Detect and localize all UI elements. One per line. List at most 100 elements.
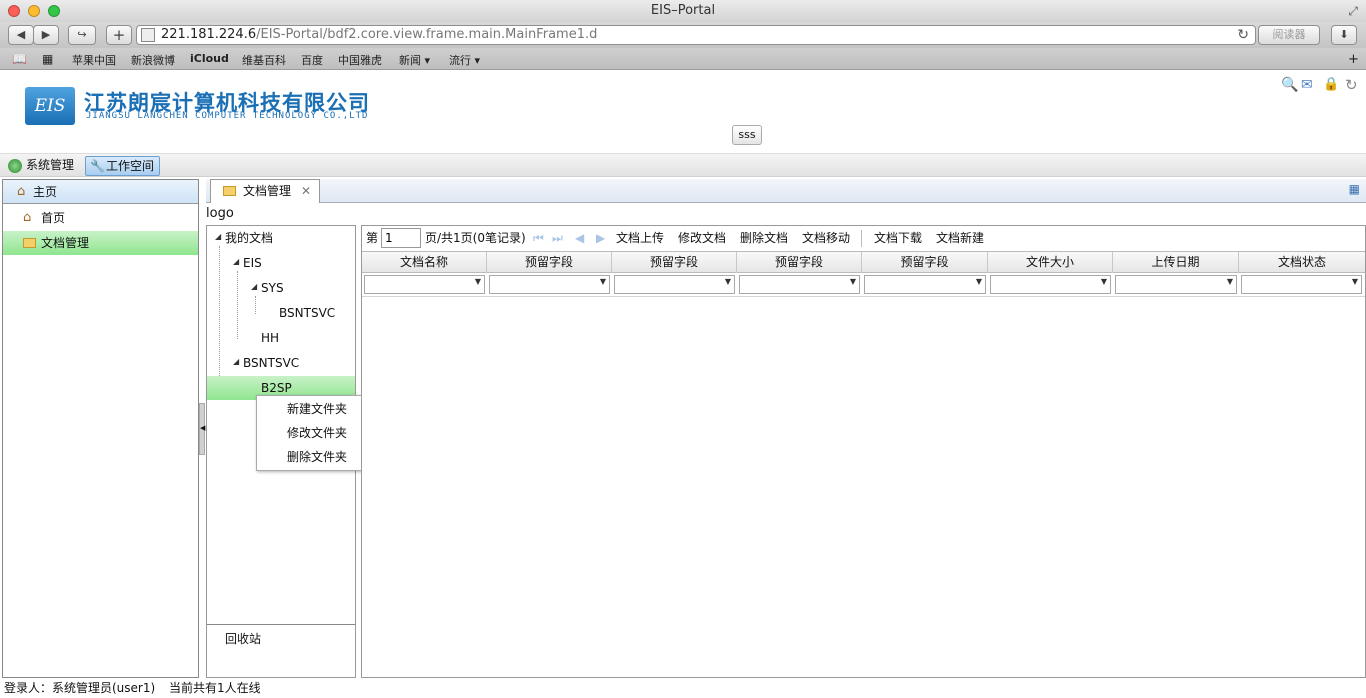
column-header[interactable]: 预留字段: [862, 252, 988, 273]
filter-select[interactable]: ▼: [364, 275, 485, 294]
column-header[interactable]: 预留字段: [487, 252, 612, 273]
tab-label: 文档管理: [243, 184, 292, 198]
tree-node-bsntsvc[interactable]: BSNTSVC: [243, 353, 299, 373]
last-page-icon[interactable]: ⏭: [552, 230, 563, 246]
add-bookmark-icon[interactable]: +: [1348, 52, 1359, 67]
bookmark-item[interactable]: 维基百科: [242, 52, 286, 68]
reading-list-icon[interactable]: 📖: [12, 52, 27, 66]
pager-prefix: 第: [366, 231, 379, 245]
url-field[interactable]: 221.181.224.6/EIS-Portal/bdf2.core.view.…: [136, 25, 1256, 45]
column-header[interactable]: 文档状态: [1239, 252, 1365, 273]
home-icon: ⌂: [23, 210, 32, 225]
bookmark-item[interactable]: iCloud: [190, 52, 229, 65]
close-tab-icon[interactable]: ✕: [301, 180, 311, 202]
menu-item-edit-folder[interactable]: 修改文件夹: [287, 422, 347, 444]
company-logo: EIS: [25, 87, 75, 125]
bookmark-item[interactable]: 中国雅虎: [338, 52, 382, 68]
reload-icon[interactable]: ↻: [1237, 26, 1249, 44]
move-doc-button[interactable]: 文档移动: [802, 230, 850, 246]
column-header[interactable]: 上传日期: [1113, 252, 1239, 273]
sidebar-item-documents[interactable]: 文档管理: [3, 231, 198, 255]
column-header[interactable]: 文件大小: [988, 252, 1113, 273]
menu-item-new-folder[interactable]: 新建文件夹: [287, 398, 347, 420]
edit-doc-button[interactable]: 修改文档: [678, 230, 726, 246]
bookmark-item[interactable]: 百度: [301, 52, 323, 68]
upload-button[interactable]: 文档上传: [616, 230, 664, 246]
company-name-en: JIANGSU LANGCHEN COMPUTER TECHNOLOGY CO.…: [86, 111, 369, 121]
system-management-button[interactable]: 系统管理: [6, 156, 79, 176]
expand-triangle-icon[interactable]: ◢: [215, 232, 221, 241]
sidebar-collapse-handle[interactable]: ◀: [199, 403, 205, 455]
dropdown-arrow-icon: ▼: [849, 277, 856, 286]
sidebar-item-home[interactable]: ⌂ 首页: [3, 206, 198, 230]
filter-select[interactable]: ▼: [864, 275, 986, 294]
filter-select[interactable]: ▼: [990, 275, 1111, 294]
url-host: 221.181.224.6: [161, 27, 257, 42]
bookmark-item[interactable]: 苹果中国: [72, 52, 116, 68]
menu-item-delete-folder[interactable]: 删除文件夹: [287, 446, 347, 468]
dropdown-arrow-icon: ▼: [724, 277, 731, 286]
tree-node-bsntsvc-child[interactable]: BSNTSVC: [279, 303, 335, 323]
minimize-window-button[interactable]: [28, 5, 40, 17]
expand-triangle-icon[interactable]: ◢: [251, 282, 257, 291]
search-icon[interactable]: 🔍: [1281, 77, 1298, 93]
new-tab-button[interactable]: +: [106, 25, 132, 45]
window-titlebar: EIS–Portal ⤢: [0, 0, 1366, 22]
home-icon: ⌂: [17, 184, 26, 199]
tree-node-hh[interactable]: HH: [261, 328, 279, 348]
downloads-button[interactable]: ⬇: [1331, 25, 1357, 45]
dropdown-arrow-icon: ▼: [975, 277, 982, 286]
tree-node-eis[interactable]: EIS: [243, 253, 262, 273]
filter-select[interactable]: ▼: [1241, 275, 1362, 294]
filter-select[interactable]: ▼: [1115, 275, 1237, 294]
page-number-input[interactable]: [381, 228, 421, 248]
grid-toolbar: 第 页/共1页(0笔记录) ⏮ ⏭ ◀ ▶ 文档上传 修改文档 删除文档 文档移…: [362, 226, 1365, 251]
dropdown-arrow-icon: ▼: [1100, 277, 1107, 286]
back-button[interactable]: ◀: [8, 25, 34, 45]
column-header[interactable]: 预留字段: [612, 252, 737, 273]
refresh-icon[interactable]: ↻: [1345, 76, 1358, 94]
next-page-icon[interactable]: ▶: [596, 230, 605, 246]
bookmark-item[interactable]: 流行 ▾: [449, 52, 480, 68]
tree-node-my-docs[interactable]: 我的文档: [225, 228, 273, 248]
recycle-bin[interactable]: 回收站: [207, 624, 355, 678]
filter-select[interactable]: ▼: [739, 275, 860, 294]
reader-button[interactable]: 阅读器: [1258, 25, 1320, 45]
bookmark-item[interactable]: 新浪微博: [131, 52, 175, 68]
column-header[interactable]: 文档名称: [362, 252, 487, 273]
workspace-button[interactable]: 🔧 工作空间: [85, 156, 161, 176]
main-nav: 系统管理 🔧 工作空间: [0, 153, 1366, 177]
browser-toolbar: ◀ ▶ ↪ + 221.181.224.6/EIS-Portal/bdf2.co…: [0, 22, 1366, 48]
mail-icon[interactable]: ✉: [1301, 77, 1313, 93]
expand-triangle-icon[interactable]: ◢: [233, 357, 239, 366]
first-page-icon[interactable]: ⏮: [533, 230, 544, 246]
tab-documents[interactable]: 文档管理 ✕: [210, 179, 320, 203]
window-title: EIS–Portal: [650, 3, 716, 18]
filter-select[interactable]: ▼: [489, 275, 610, 294]
close-window-button[interactable]: [8, 5, 20, 17]
toolbar-divider: [861, 230, 862, 247]
prev-page-icon[interactable]: ◀: [575, 230, 584, 246]
new-doc-button[interactable]: 文档新建: [936, 230, 984, 246]
grid-view-icon[interactable]: ▦: [1349, 182, 1360, 196]
grid-filter-row: ▼ ▼ ▼ ▼ ▼ ▼ ▼ ▼: [362, 273, 1365, 297]
top-sites-icon[interactable]: ▦: [42, 52, 53, 66]
expand-triangle-icon[interactable]: ◢: [233, 257, 239, 266]
dropdown-arrow-icon: ▼: [1351, 277, 1358, 286]
logo-placeholder: logo: [206, 206, 234, 221]
lock-icon[interactable]: 🔒: [1323, 77, 1339, 92]
share-button[interactable]: ↪: [68, 25, 96, 45]
forward-button[interactable]: ▶: [33, 25, 59, 45]
fullscreen-icon[interactable]: ⤢: [1348, 0, 1358, 22]
zoom-window-button[interactable]: [48, 5, 60, 17]
filter-select[interactable]: ▼: [614, 275, 735, 294]
online-count: 当前共有1人在线: [169, 681, 261, 695]
download-button[interactable]: 文档下载: [874, 230, 922, 246]
document-grid-panel: 第 页/共1页(0笔记录) ⏮ ⏭ ◀ ▶ 文档上传 修改文档 删除文档 文档移…: [361, 225, 1366, 678]
sss-button[interactable]: sss: [732, 125, 762, 145]
tree-node-sys[interactable]: SYS: [261, 278, 284, 298]
dropdown-arrow-icon: ▼: [599, 277, 606, 286]
bookmark-item[interactable]: 新闻 ▾: [399, 52, 430, 68]
column-header[interactable]: 预留字段: [737, 252, 862, 273]
delete-doc-button[interactable]: 删除文档: [740, 230, 788, 246]
